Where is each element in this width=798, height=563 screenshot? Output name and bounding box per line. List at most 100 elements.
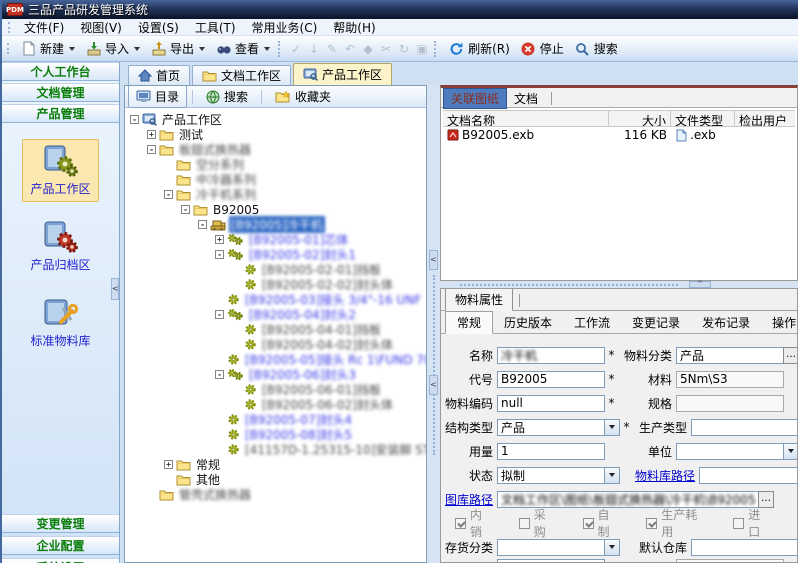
tree-item[interactable]: [B92005-06-02]封头体 [130, 397, 426, 412]
tree-item[interactable]: [B92005-05]接头 Rc 1\FUND 7071x:1 [130, 352, 426, 367]
tree-item[interactable]: 管壳式换热器 [130, 487, 426, 502]
splitter-collapse-icon[interactable]: ^ [689, 281, 711, 288]
dropdown-button[interactable] [604, 419, 620, 436]
dropdown-button[interactable] [604, 539, 620, 556]
field-物料分类[interactable]: 产品 [676, 347, 784, 364]
tree-item[interactable]: [B92005-08]封头5 [130, 427, 426, 442]
field-结构类型[interactable]: 产品 [497, 419, 605, 436]
field-生产类型[interactable] [691, 419, 797, 436]
dropdown-button[interactable] [604, 467, 620, 484]
tree-item[interactable]: [B92005-04-02]封头体 [130, 337, 426, 352]
new-button[interactable]: 新建 [15, 38, 80, 59]
tree-item[interactable]: +测试 [130, 127, 426, 142]
tree-item[interactable]: +[B92005-01]芯体 [130, 232, 426, 247]
tree-item[interactable]: -[B92005-06]封头3 [130, 367, 426, 382]
menu-item[interactable]: 工具(T) [187, 19, 244, 36]
tree-item[interactable]: [B92005-02-02]封头体 [130, 277, 426, 292]
field-单位[interactable] [676, 443, 784, 460]
stop-button[interactable]: 停止 [515, 38, 569, 59]
cut-field[interactable] [676, 559, 784, 563]
vertical-splitter[interactable]: < < [427, 85, 440, 563]
browse-button[interactable]: … [783, 347, 797, 364]
tree-item[interactable]: [B92005-04-01]挡板 [130, 322, 426, 337]
sidebar-section-系统设置[interactable]: 系统设置 [2, 558, 119, 563]
sidebar-module-产品工作区[interactable]: 产品工作区 [22, 139, 98, 202]
field-存货分类[interactable] [497, 539, 605, 556]
tree-item[interactable]: -B92005 [130, 202, 426, 217]
import-button[interactable]: 导入 [80, 38, 145, 59]
tree-toolbar-目录[interactable]: 目录 [128, 85, 187, 108]
doc-tab-文档[interactable]: 文档 [507, 89, 545, 108]
tree-item[interactable]: [B92005-02-01]挡板 [130, 262, 426, 277]
tree-item[interactable]: -板翅式换热器 [130, 142, 426, 157]
export-button[interactable]: 导出 [145, 38, 210, 59]
sidebar-module-标准物料库[interactable]: 标准物料库 [22, 291, 98, 354]
table-row[interactable]: B92005.exb116 KB.exb [443, 127, 795, 143]
field-默认仓库[interactable] [691, 539, 797, 556]
tree-item[interactable]: [B92005-07]封头4 [130, 412, 426, 427]
tree-item[interactable]: 其他 [130, 472, 426, 487]
tab-产品工作区[interactable]: 产品工作区 [293, 63, 392, 85]
tree-expander[interactable]: + [147, 130, 156, 139]
tree-item[interactable]: [41157D-1.25315-10]安装脚 ST9 [130, 442, 426, 457]
tree-item[interactable]: 中冷器系列 [130, 172, 426, 187]
sidebar-section-产品管理[interactable]: 产品管理 [2, 104, 119, 123]
tree-item[interactable]: -[B92005]冷干机 [130, 217, 426, 232]
search-button[interactable]: 搜索 [569, 38, 623, 59]
splitter-collapse-icon[interactable]: < [429, 375, 438, 395]
menu-item[interactable]: 设置(S) [130, 19, 187, 36]
label-图库路径[interactable]: 图库路径 [443, 491, 493, 508]
subtab-常规[interactable]: 常规 [445, 311, 493, 334]
browse-button[interactable]: … [758, 491, 774, 508]
sidebar-section-文档管理[interactable]: 文档管理 [2, 83, 119, 102]
checkbox-内销[interactable] [455, 518, 466, 529]
tree-item[interactable]: 空分系列 [130, 157, 426, 172]
column-header-文档名称[interactable]: 文档名称 [443, 111, 609, 126]
tree-item[interactable]: -冷干机系列 [130, 187, 426, 202]
checkbox-进口[interactable] [733, 518, 744, 529]
tree-item[interactable]: [B92005-03]接头 3/4"-16 UNF [130, 292, 426, 307]
subtab-操作日志[interactable]: 操作日志 [761, 312, 798, 333]
column-header-检出用户[interactable]: 检出用户 [735, 111, 795, 126]
field-图库路径[interactable]: 文档工作区\图纸\板翅式换热器\冷干机\B92005（做样）\ [497, 491, 759, 508]
splitter-collapse-icon[interactable]: < [429, 250, 438, 270]
menu-item[interactable]: 常用业务(C) [244, 19, 326, 36]
subtab-工作流[interactable]: 工作流 [563, 312, 621, 333]
horizontal-splitter[interactable]: ^ [440, 281, 798, 288]
menu-item[interactable]: 文件(F) [16, 19, 72, 36]
field-材料[interactable]: 5Nm\S3 [676, 371, 784, 388]
tree-toolbar-收藏夹[interactable]: 收藏夹 [267, 85, 339, 108]
column-header-大小[interactable]: 大小 [609, 111, 671, 126]
sidebar-section-变更管理[interactable]: 变更管理 [2, 514, 119, 533]
sidebar-section-个人工作台[interactable]: 个人工作台 [2, 62, 119, 81]
field-用量[interactable]: 1 [497, 443, 605, 460]
tree-expander[interactable]: - [215, 310, 224, 319]
tree-item[interactable]: -[B92005-04]封头2 [130, 307, 426, 322]
tree-expander[interactable]: - [181, 205, 190, 214]
tree-item[interactable]: -产品工作区 [130, 112, 426, 127]
field-代号[interactable]: B92005 [497, 371, 605, 388]
tree-expander[interactable]: - [198, 220, 207, 229]
tree-item[interactable]: [B92005-06-01]挡板 [130, 382, 426, 397]
tab-material-properties[interactable]: 物料属性 [445, 288, 513, 311]
checkbox-采购[interactable] [519, 518, 530, 529]
tree-expander[interactable]: - [130, 115, 139, 124]
label-物料库路径[interactable]: 物料库路径 [635, 467, 695, 484]
tab-文档工作区[interactable]: 文档工作区 [192, 65, 291, 85]
subtab-发布记录[interactable]: 发布记录 [691, 312, 761, 333]
field-物料库路径[interactable] [699, 467, 797, 484]
field-规格[interactable] [676, 395, 784, 412]
tree-expander[interactable]: + [215, 235, 224, 244]
tree-expander[interactable]: + [164, 460, 173, 469]
sidebar-section-企业配置[interactable]: 企业配置 [2, 536, 119, 555]
field-名称[interactable]: 冷干机 [497, 347, 605, 364]
menu-item[interactable]: 帮助(H) [325, 19, 383, 36]
tab-首页[interactable]: 首页 [128, 65, 190, 85]
sidebar-collapse-button[interactable]: < [111, 278, 119, 300]
sidebar-module-产品归档区[interactable]: 产品归档区 [22, 215, 98, 278]
checkbox-生产耗用[interactable] [646, 518, 657, 529]
doc-tab-关联图纸[interactable]: 关联图纸 [443, 88, 507, 109]
view-button[interactable]: 查看 [210, 38, 275, 59]
subtab-变更记录[interactable]: 变更记录 [621, 312, 691, 333]
refresh-button[interactable]: 刷新(R) [443, 38, 515, 59]
